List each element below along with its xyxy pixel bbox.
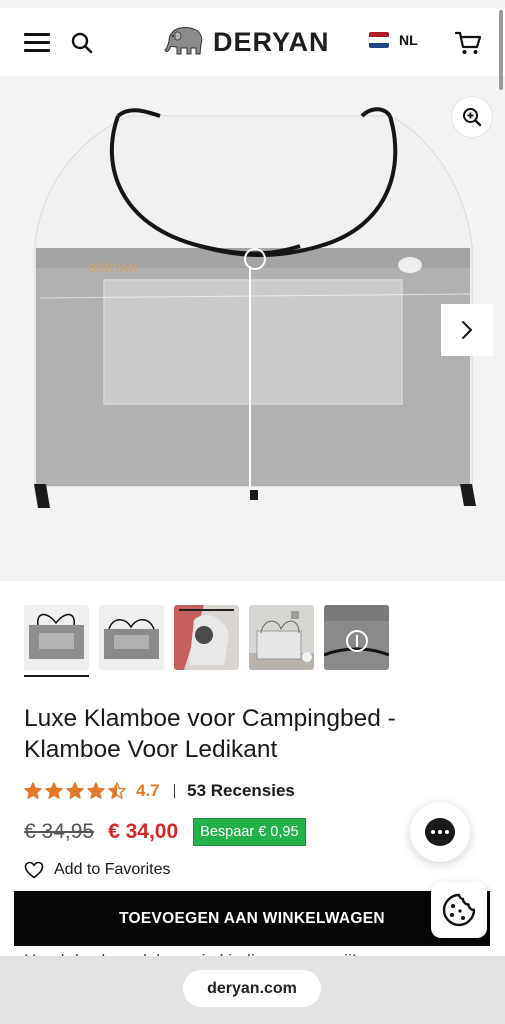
language-code: NL <box>399 32 418 48</box>
rating-value: 4.7 <box>136 781 160 800</box>
add-to-cart-button[interactable]: TOEVOEGEN AAN WINKELWAGEN <box>14 891 490 946</box>
star-icon <box>45 782 63 799</box>
thumbnail-1[interactable] <box>24 605 89 670</box>
thumbnail-3[interactable] <box>174 605 239 670</box>
thumbnail-5-image <box>324 605 389 670</box>
star-icon <box>24 782 42 799</box>
nl-flag-icon <box>369 32 389 48</box>
product-title-line2: Klamboe Voor Ledikant <box>24 736 278 763</box>
price-block: € 34,95 € 34,00 Bespaar € 0,95 <box>24 815 306 849</box>
address-bar[interactable]: deryan.com <box>183 970 321 1007</box>
browser-bottom-bar: deryan.com <box>0 956 505 1024</box>
cart-icon[interactable] <box>454 30 482 56</box>
thumbnail-4[interactable] <box>249 605 314 670</box>
chat-icon <box>425 818 455 846</box>
heart-icon <box>24 861 44 879</box>
star-icon <box>66 782 84 799</box>
savings-badge: Bespaar € 0,95 <box>193 818 306 846</box>
cookie-settings-button[interactable] <box>431 882 487 938</box>
thumbnail-2-image <box>99 605 164 670</box>
favorites-label: Add to Favorites <box>54 861 171 878</box>
chat-button[interactable] <box>410 802 470 862</box>
product-image-gallery[interactable]: DERYAN <box>0 76 505 581</box>
search-icon[interactable] <box>70 31 94 55</box>
elephant-logo-icon <box>164 27 203 55</box>
product-title: Luxe Klamboe voor Campingbed - Klamboe V… <box>24 703 464 765</box>
original-price: € 34,95 <box>24 820 95 843</box>
brand-logo[interactable]: DERYAN <box>163 25 330 59</box>
next-image-button[interactable] <box>441 304 493 356</box>
thumbnail-1-image <box>24 605 89 670</box>
status-strip <box>0 0 505 8</box>
scrollbar[interactable] <box>499 10 503 90</box>
cookie-icon <box>442 893 476 927</box>
zoom-button[interactable] <box>451 96 493 138</box>
thumbnail-strip <box>24 605 389 670</box>
sale-price: € 34,00 <box>108 820 179 843</box>
product-title-line1: Luxe Klamboe voor Campingbed - <box>24 705 396 732</box>
add-to-favorites[interactable]: Add to Favorites <box>24 858 171 882</box>
site-header: DERYAN NL <box>0 8 505 76</box>
star-rating <box>24 782 126 800</box>
star-icon <box>87 782 105 799</box>
rating-divider <box>173 784 176 798</box>
chevron-right-icon <box>462 321 472 339</box>
thumbnail-5[interactable] <box>324 605 389 670</box>
menu-icon[interactable] <box>24 33 50 52</box>
thumbnail-2[interactable] <box>99 605 164 670</box>
star-icon <box>108 782 126 799</box>
reviews-link[interactable]: 53 Recensies <box>187 781 295 801</box>
product-rating[interactable]: 4.7 53 Recensies <box>24 779 295 803</box>
active-thumbnail-indicator <box>24 675 89 677</box>
language-selector[interactable]: NL <box>369 32 418 48</box>
zoom-in-icon <box>463 108 482 127</box>
thumbnail-3-image <box>174 605 239 670</box>
thumbnail-4-image <box>249 605 314 670</box>
svg-text:DERYAN: DERYAN <box>88 261 137 275</box>
brand-name: DERYAN <box>213 26 330 57</box>
product-image: DERYAN <box>0 76 505 581</box>
